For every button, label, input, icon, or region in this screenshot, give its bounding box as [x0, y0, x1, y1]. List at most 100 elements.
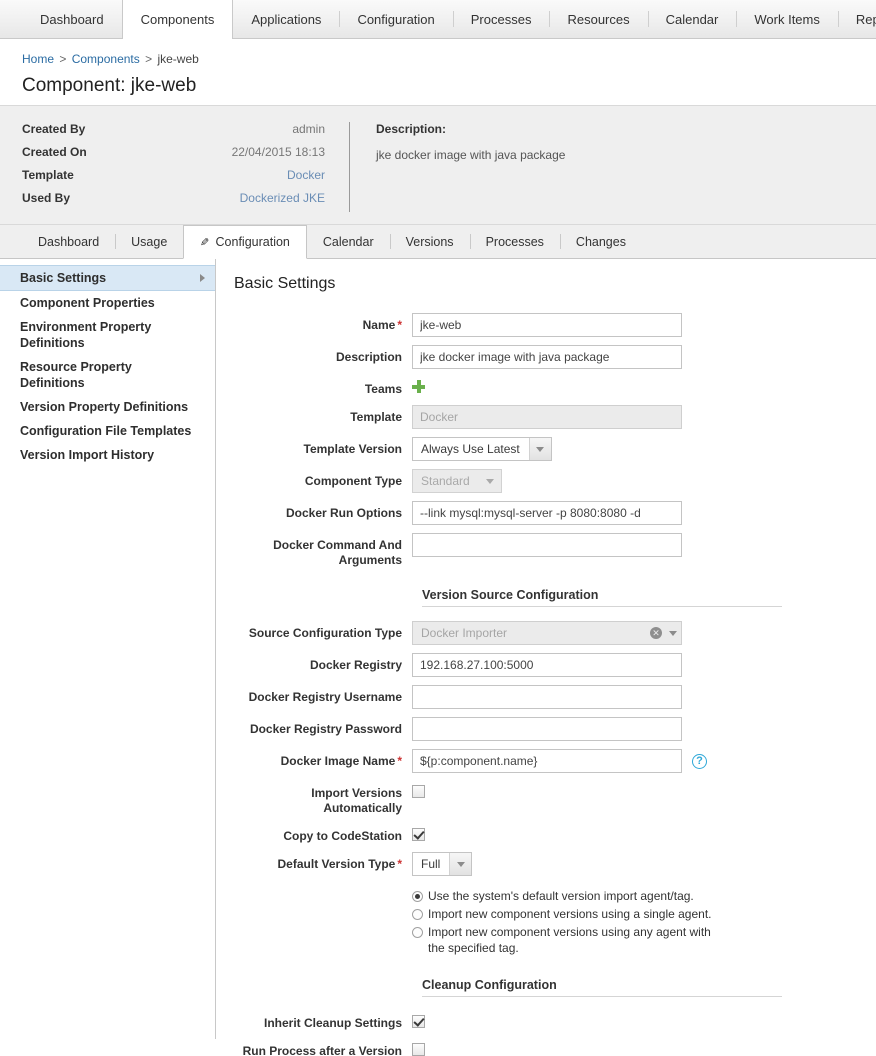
default-version-type-value: Full [421, 857, 441, 871]
meta-value: admin [292, 122, 325, 136]
meta-value: 22/04/2015 18:13 [231, 145, 325, 159]
template-version-select[interactable]: Always Use Latest [412, 437, 552, 461]
meta-label: Created By [22, 122, 86, 136]
field-row-name: Name * [234, 313, 876, 337]
sidebar-item-resource-property-definitions[interactable]: Resource Property Definitions [0, 355, 215, 395]
divider [422, 606, 782, 607]
sidebar-item-basic-settings[interactable]: Basic Settings [0, 265, 215, 291]
required-marker: * [397, 857, 402, 871]
plus-icon[interactable] [412, 380, 425, 393]
radio-option-any-agent-with-tag[interactable]: Import new component versions using any … [412, 924, 728, 956]
nav-item-components[interactable]: Components [121, 0, 234, 39]
nav-label: Calendar [665, 11, 719, 27]
radio-button[interactable] [412, 891, 423, 902]
component-info-bar: Created By admin Created On 22/04/2015 1… [0, 105, 876, 225]
component-tab-bar: Dashboard Usage ✎ Configuration Calendar… [0, 225, 876, 259]
name-input[interactable] [412, 313, 682, 337]
meta-value-used-by-link[interactable]: Dockerized JKE [240, 191, 349, 205]
radio-option-single-agent[interactable]: Import new component versions using a si… [412, 906, 728, 922]
tab-dashboard[interactable]: Dashboard [22, 225, 115, 258]
sidebar-item-configuration-file-templates[interactable]: Configuration File Templates [0, 419, 215, 443]
description-input[interactable] [412, 345, 682, 369]
label-docker-image-name: Docker Image Name * [234, 749, 412, 769]
radio-label: Import new component versions using a si… [428, 907, 712, 921]
run-process-after-checkbox[interactable] [412, 1043, 425, 1056]
basic-settings-form: Basic Settings Name* Description Teams T… [216, 259, 876, 1056]
nav-label: Dashboard [40, 11, 104, 27]
breadcrumb-link-home[interactable]: Home [22, 52, 54, 66]
radio-option-default-agent[interactable]: Use the system's default version import … [412, 888, 728, 904]
description-label: Description: [376, 122, 447, 136]
tab-versions[interactable]: Versions [389, 225, 470, 258]
docker-run-options-input[interactable] [412, 501, 682, 525]
nav-item-calendar[interactable]: Calendar [647, 0, 737, 38]
breadcrumb-current: jke-web [157, 52, 199, 66]
chevron-down-icon[interactable] [528, 438, 551, 460]
meta-row-created-by: Created By admin [22, 122, 349, 136]
label-docker-registry-username: Docker Registry Username [248, 690, 402, 704]
chevron-down-icon[interactable] [669, 630, 677, 636]
tab-configuration[interactable]: ✎ Configuration [183, 225, 307, 259]
nav-item-resources[interactable]: Resources [549, 0, 647, 38]
source-config-type-select: Docker Importer ✕ [412, 621, 682, 645]
page-title: Component: jke-web [22, 75, 197, 96]
help-icon[interactable]: ? [692, 753, 707, 769]
nav-item-applications[interactable]: Applications [233, 0, 339, 38]
required-marker: * [397, 754, 402, 768]
docker-registry-input[interactable] [412, 653, 682, 677]
field-row-template-version: Template Version Always Use Latest [234, 437, 876, 461]
component-type-value: Standard [421, 474, 470, 488]
field-row-docker-run-options: Docker Run Options [234, 501, 876, 525]
docker-image-name-input[interactable] [412, 749, 682, 773]
default-version-type-select[interactable]: Full [412, 852, 473, 876]
nav-label: Applications [251, 11, 322, 27]
sidebar-item-environment-property-definitions[interactable]: Environment Property Definitions [0, 315, 215, 355]
label-inherit-cleanup: Inherit Cleanup Settings [263, 1016, 402, 1030]
meta-value-template-link[interactable]: Docker [287, 168, 349, 182]
sidebar-item-label: Version Property Definitions [20, 400, 189, 414]
docker-registry-username-input[interactable] [412, 685, 682, 709]
docker-command-args-input[interactable] [412, 533, 682, 557]
field-row-docker-registry: Docker Registry [234, 653, 876, 677]
field-row-source-config-type: Source Configuration Type Docker Importe… [234, 621, 876, 645]
tab-changes[interactable]: Changes [559, 225, 642, 258]
field-row-description: Description [234, 345, 876, 369]
clear-icon[interactable]: ✕ [650, 627, 662, 639]
nav-item-configuration[interactable]: Configuration [339, 0, 452, 38]
radio-button[interactable] [412, 927, 423, 938]
nav-item-work-items[interactable]: Work Items [736, 0, 838, 38]
tab-processes[interactable]: Processes [469, 225, 560, 258]
group-title: Version Source Configuration [422, 588, 599, 602]
nav-item-dashboard[interactable]: Dashboard [22, 0, 122, 38]
field-row-template: Template [234, 405, 876, 429]
label-import-versions-auto: Import Versions Automatically [311, 786, 402, 815]
tab-usage[interactable]: Usage [115, 225, 183, 258]
tab-calendar[interactable]: Calendar [307, 225, 390, 258]
meta-label: Template [22, 168, 74, 182]
settings-sidebar: Basic Settings Component Properties Envi… [0, 259, 216, 1039]
breadcrumb-separator: > [145, 52, 153, 66]
required-marker: * [397, 318, 402, 332]
field-row-copy-to-codestation: Copy to CodeStation [234, 824, 876, 844]
nav-item-processes[interactable]: Processes [452, 0, 550, 38]
sidebar-item-version-property-definitions[interactable]: Version Property Definitions [0, 395, 215, 419]
component-meta-list: Created By admin Created On 22/04/2015 1… [0, 122, 350, 212]
breadcrumb-link-components[interactable]: Components [72, 52, 140, 66]
label-docker-run-options: Docker Run Options [285, 506, 402, 520]
sidebar-item-label: Configuration File Templates [20, 424, 192, 438]
template-version-value: Always Use Latest [421, 442, 520, 456]
tab-label: Changes [575, 234, 626, 249]
import-versions-auto-checkbox[interactable] [412, 785, 425, 798]
sidebar-item-version-import-history[interactable]: Version Import History [0, 443, 215, 467]
label-template: Template [350, 410, 402, 424]
copy-to-codestation-checkbox[interactable] [412, 828, 425, 841]
sidebar-item-component-properties[interactable]: Component Properties [0, 291, 215, 315]
nav-item-reports[interactable]: Reports [837, 0, 876, 38]
inherit-cleanup-checkbox[interactable] [412, 1015, 425, 1028]
radio-button[interactable] [412, 909, 423, 920]
chevron-down-icon[interactable] [449, 853, 472, 875]
main-navigation-bar: Dashboard Components Applications Config… [0, 0, 876, 39]
docker-registry-password-input[interactable] [412, 717, 682, 741]
label-template-version: Template Version [303, 442, 402, 456]
tab-label: Configuration [215, 235, 290, 249]
